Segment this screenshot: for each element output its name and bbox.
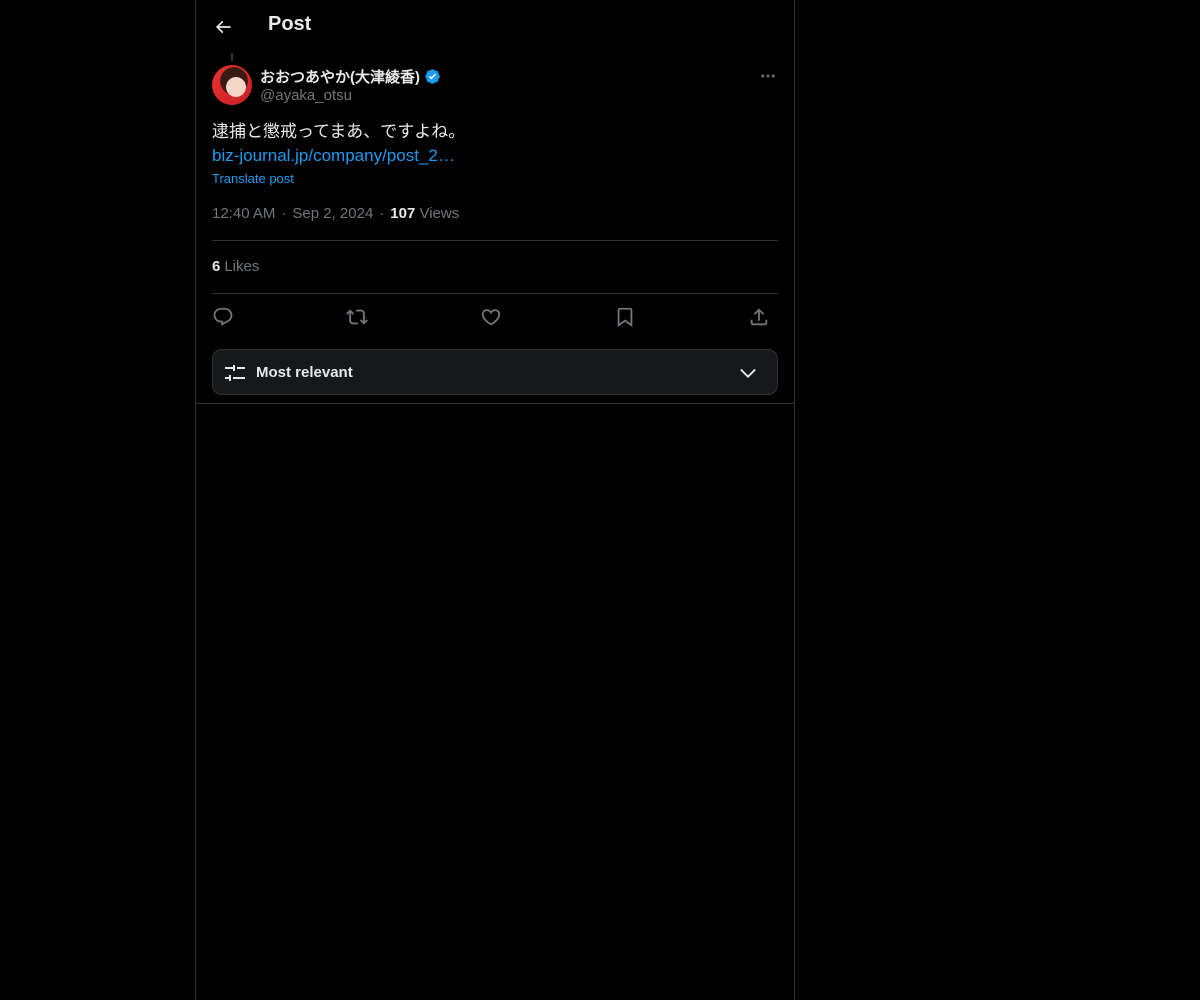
avatar[interactable] xyxy=(212,65,252,105)
meta-separator: · xyxy=(281,205,287,222)
chevron-down-icon xyxy=(737,362,759,384)
likes-count: 6 xyxy=(212,258,221,275)
repost-button[interactable] xyxy=(344,304,370,330)
author-name[interactable]: おおつあやか(大津綾香) xyxy=(260,66,441,87)
post-meta: 12:40 AM · Sep 2, 2024 · 107 Views xyxy=(212,205,459,222)
reply-icon xyxy=(213,307,233,326)
thread-line xyxy=(231,53,233,61)
more-horizontal-icon xyxy=(761,74,775,78)
post-date[interactable]: Sep 2, 2024 xyxy=(292,205,373,222)
views-label: Views xyxy=(419,205,460,222)
main-column: Post おおつあやか(大津綾香) @ayaka_otsu 逮捕と懲戒ってまあ、… xyxy=(195,0,795,1000)
page-header: Post xyxy=(196,0,794,53)
reply-button[interactable] xyxy=(210,304,236,330)
author-handle[interactable]: @ayaka_otsu xyxy=(260,87,352,104)
likes-label: Likes xyxy=(224,258,260,275)
back-button[interactable] xyxy=(206,10,240,44)
divider xyxy=(212,240,778,241)
share-icon xyxy=(750,308,768,326)
like-icon xyxy=(481,309,501,326)
bookmark-icon xyxy=(617,307,633,328)
share-button[interactable] xyxy=(746,304,772,330)
page-title: Post xyxy=(268,13,312,35)
sort-label: Most relevant xyxy=(256,364,353,381)
sliders-icon xyxy=(223,361,247,385)
translate-post-link[interactable]: Translate post xyxy=(212,171,294,186)
like-button[interactable] xyxy=(478,304,504,330)
bookmark-button[interactable] xyxy=(612,304,638,330)
divider xyxy=(212,293,778,294)
arrow-left-icon xyxy=(215,20,231,34)
post-link[interactable]: biz-journal.jp/company/post_2… xyxy=(212,144,455,168)
reply-sort-dropdown[interactable]: Most relevant xyxy=(212,349,778,395)
action-bar xyxy=(212,304,778,330)
meta-separator: · xyxy=(379,205,385,222)
post-time[interactable]: 12:40 AM xyxy=(212,205,275,222)
author-name-text: おおつあやか(大津綾香) xyxy=(260,69,420,86)
repost-icon xyxy=(346,309,368,325)
more-options-button[interactable] xyxy=(756,64,780,88)
post-text: 逮捕と懲戒ってまあ、ですよね。 xyxy=(212,122,466,142)
section-divider xyxy=(196,403,794,404)
likes-summary[interactable]: 6 Likes xyxy=(212,258,259,275)
views-count: 107 xyxy=(390,205,416,222)
verified-badge-icon xyxy=(425,69,440,84)
